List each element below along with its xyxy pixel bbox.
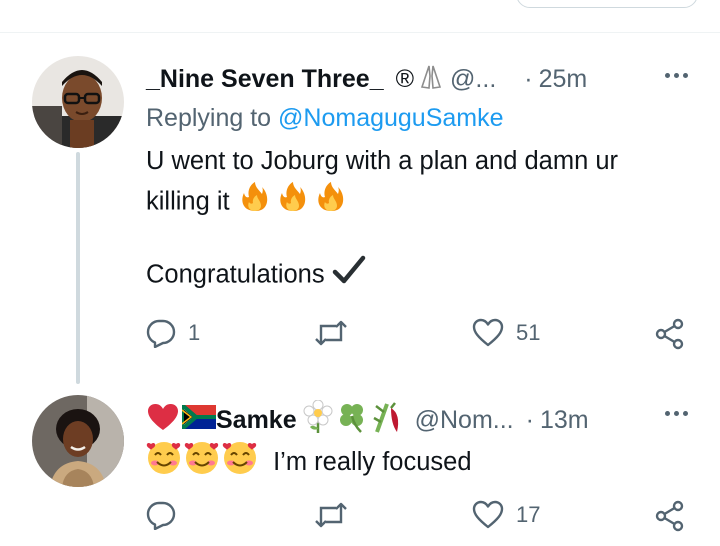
heart-icon: [472, 318, 504, 347]
share-icon: [655, 500, 684, 532]
share-button[interactable]: [654, 318, 686, 350]
bamboo-chili-icon: [371, 400, 405, 441]
retweet-button[interactable]: [314, 318, 360, 348]
praying-hands-icon: [418, 62, 444, 97]
top-strip: [0, 0, 720, 30]
separator-dot: ·: [524, 65, 533, 93]
reply-icon: [146, 319, 176, 348]
blossom-icon: [303, 399, 333, 441]
tweet-actions: 17: [146, 500, 691, 534]
replying-to: Replying to @NomaguguSamke: [146, 104, 504, 133]
red-heart-icon: [146, 402, 180, 439]
retweet-icon: [315, 502, 347, 528]
more-options-icon[interactable]: [665, 411, 688, 416]
tweet-header: Samke @Nom... · 13m: [146, 399, 589, 441]
tweet-text: Congratulations: [146, 260, 325, 289]
retweet-icon: [315, 320, 347, 346]
like-count: 17: [516, 502, 541, 527]
check-mark-icon: [332, 255, 366, 297]
heart-icon: [472, 500, 504, 529]
registered-mark: ®: [395, 65, 415, 93]
smiling-hearts-emoji-icon: [146, 438, 260, 488]
separator-dot: ·: [525, 406, 534, 434]
reply-button[interactable]: [146, 500, 188, 530]
avatar[interactable]: [32, 395, 124, 487]
like-button[interactable]: 51: [472, 318, 540, 348]
thread-line: [76, 152, 80, 384]
reply-icon: [146, 501, 176, 530]
tweet-text-line: Congratulations: [146, 255, 366, 297]
replying-to-handle[interactable]: @NomaguguSamke: [278, 104, 504, 132]
reply-button[interactable]: 1: [146, 318, 200, 348]
timestamp[interactable]: 25m: [539, 65, 588, 94]
share-icon: [655, 318, 684, 350]
south-africa-flag-icon: [180, 400, 216, 436]
like-count: 51: [516, 320, 541, 345]
avatar[interactable]: [32, 56, 124, 148]
timestamp[interactable]: 13m: [540, 406, 589, 435]
tweet-text: killing it: [146, 187, 230, 216]
tweet-actions: 1 51: [146, 318, 691, 352]
shamrock-icon: [337, 401, 367, 440]
tweet-text-line: I’m really focused: [146, 438, 472, 488]
tweet-text: I’m really focused: [273, 447, 472, 476]
retweet-button[interactable]: [314, 500, 360, 530]
replying-to-label: Replying to: [146, 104, 272, 132]
display-name[interactable]: _Nine Seven Three_: [146, 65, 384, 94]
like-button[interactable]: 17: [472, 500, 540, 530]
more-options-icon[interactable]: [665, 73, 688, 78]
user-handle[interactable]: @Nom...: [415, 406, 514, 435]
divider: [0, 32, 720, 33]
display-name[interactable]: Samke: [216, 406, 297, 435]
user-handle[interactable]: @...: [450, 65, 496, 94]
fire-emoji-icon: [237, 181, 349, 225]
tweet-text-line: U went to Joburg with a plan and damn ur: [146, 147, 619, 175]
top-pill-button[interactable]: [516, 0, 698, 8]
reply-count: 1: [188, 320, 201, 345]
tweet-text-line: killing it: [146, 181, 349, 225]
share-button[interactable]: [654, 500, 686, 532]
tweet-header: _Nine Seven Three_ ® @... · 25m: [146, 62, 587, 97]
